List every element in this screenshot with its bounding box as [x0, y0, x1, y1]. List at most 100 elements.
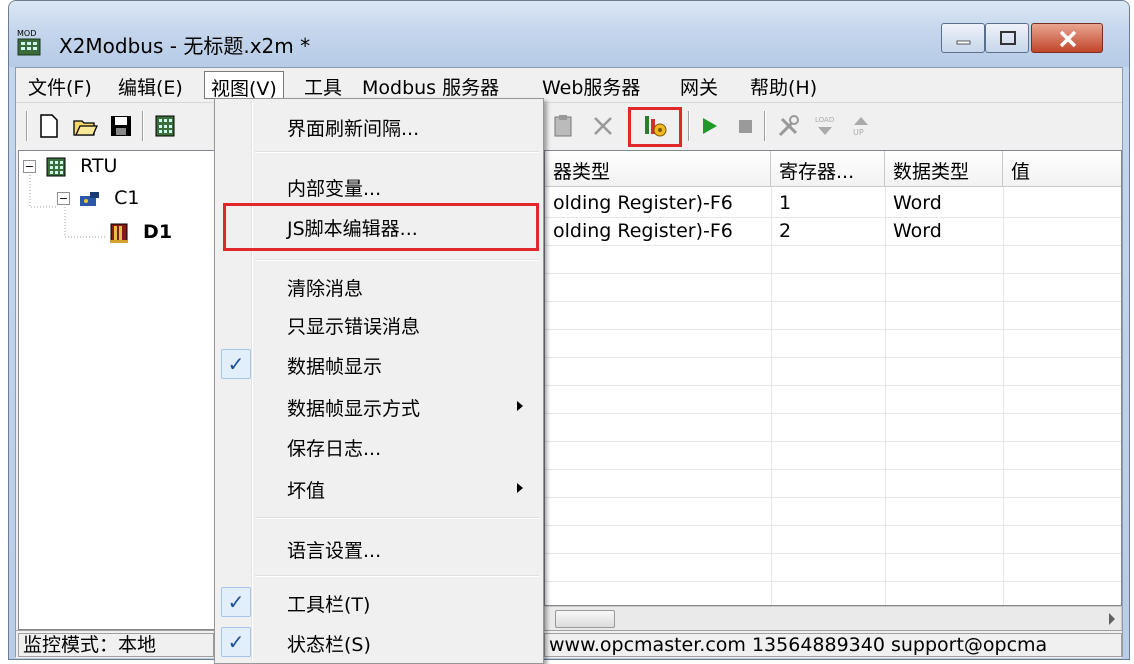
maximize-button[interactable]	[985, 23, 1029, 53]
menu-item-internal-variables[interactable]: 内部变量...	[217, 169, 541, 203]
tools-icon[interactable]	[776, 113, 802, 139]
grid-divider	[545, 497, 1121, 498]
toolbar-separator	[764, 111, 766, 141]
column-header-register[interactable]: 寄存器...	[771, 151, 885, 187]
js-script-editor-highlight	[223, 203, 539, 251]
table-cell-data-type[interactable]: Word	[885, 217, 950, 245]
menu-item-language[interactable]: 语言设置...	[217, 531, 541, 565]
menu-file[interactable]: 文件(F)	[22, 71, 98, 99]
grid-divider	[885, 187, 886, 605]
grid-divider	[771, 187, 772, 605]
submenu-arrow-icon	[517, 401, 523, 411]
table-cell-value[interactable]	[1003, 217, 1019, 245]
menu-item-statusbar[interactable]: ✓ 状态栏(S)	[217, 625, 541, 659]
grid-divider	[545, 385, 1121, 386]
column-header-data-type[interactable]: 数据类型	[885, 151, 1003, 187]
grid-divider	[545, 245, 1121, 246]
js-script-icon[interactable]	[642, 113, 668, 139]
run-icon[interactable]	[696, 113, 722, 139]
device-icon	[110, 223, 128, 243]
tree-node-d1[interactable]: D1	[107, 221, 172, 249]
grid-divider	[545, 413, 1121, 414]
table-cell-type[interactable]: olding Register)-F6	[545, 189, 741, 217]
menu-edit[interactable]: 编辑(E)	[112, 71, 189, 99]
menu-item-label: 工具栏(T)	[287, 594, 371, 616]
tree-node-c1[interactable]: − C1	[57, 187, 139, 215]
menu-item-bad-value[interactable]: 坏值	[217, 471, 541, 505]
toolbar-separator	[142, 111, 144, 141]
menu-item-toolbar[interactable]: ✓ 工具栏(T)	[217, 585, 541, 619]
horizontal-scrollbar[interactable]	[544, 606, 1122, 632]
check-icon: ✓	[221, 627, 251, 657]
tree-node-rtu[interactable]: − RTU	[23, 155, 117, 183]
menu-item-frame-display-mode[interactable]: 数据帧显示方式	[217, 389, 541, 423]
status-contact: www.opcmaster.com 13564889340 support@op…	[544, 633, 1122, 657]
grid-divider	[545, 469, 1121, 470]
new-file-icon[interactable]	[36, 113, 62, 139]
svg-text:LOAD: LOAD	[815, 116, 834, 124]
grid-divider	[545, 553, 1121, 554]
table-cell-register[interactable]: 1	[771, 189, 799, 217]
menu-item-label: 语言设置...	[287, 540, 382, 562]
view-menu-dropdown: 界面刷新间隔... 内部变量... JS脚本编辑器... 清除消息 只显示错误消…	[214, 98, 544, 664]
client-area: 文件(F) 编辑(E) 视图(V) 工具 Modbus 服务器 Web服务器 网…	[15, 67, 1123, 658]
table-cell-type[interactable]: olding Register)-F6	[545, 217, 741, 245]
grid-divider	[545, 301, 1121, 302]
status-mode: 监控模式：本地	[18, 633, 214, 657]
delete-icon[interactable]	[590, 113, 616, 139]
svg-text:UP: UP	[853, 128, 864, 137]
table-cell-data-type[interactable]: Word	[885, 189, 950, 217]
menu-item-clear-messages[interactable]: 清除消息	[217, 269, 541, 303]
menu-tools[interactable]: 工具	[298, 71, 348, 99]
menu-item-show-frames[interactable]: ✓ 数据帧显示	[217, 347, 541, 381]
window-title: X2Modbus - 无标题.x2m *	[59, 34, 311, 58]
column-header-value[interactable]: 值	[1003, 151, 1121, 187]
open-folder-icon[interactable]	[72, 113, 98, 139]
table-cell-register[interactable]: 2	[771, 217, 799, 245]
menu-item-label: 保存日志...	[287, 438, 382, 460]
menu-gateway[interactable]: 网关	[674, 71, 724, 99]
menu-view[interactable]: 视图(V)	[204, 71, 284, 100]
menu-item-label: 坏值	[287, 480, 326, 502]
status-bar: 监控模式：本地 ( www.opcmaster.com 13564889340 …	[16, 630, 1122, 658]
collapse-icon[interactable]: −	[57, 192, 70, 205]
menu-modbus-server[interactable]: Modbus 服务器	[356, 71, 505, 99]
device-icon[interactable]	[152, 113, 178, 139]
load-icon[interactable]: LOAD	[812, 113, 838, 139]
menu-item-save-log[interactable]: 保存日志...	[217, 429, 541, 463]
menu-item-label: 只显示错误消息	[287, 316, 421, 338]
menu-separator	[255, 259, 539, 261]
upload-icon[interactable]: UP	[848, 113, 874, 139]
grid-divider	[545, 329, 1121, 330]
menu-item-errors-only[interactable]: 只显示错误消息	[217, 307, 541, 341]
collapse-icon[interactable]: −	[23, 160, 36, 173]
check-icon: ✓	[221, 587, 251, 617]
channel-icon	[80, 191, 100, 206]
grid-divider	[545, 581, 1121, 582]
scroll-right-icon[interactable]	[1109, 613, 1115, 625]
save-icon[interactable]	[108, 113, 134, 139]
title-bar[interactable]: MOD X2Modbus - 无标题.x2m *	[9, 1, 1129, 67]
menu-web-server[interactable]: Web服务器	[536, 71, 646, 99]
data-grid: 器类型 寄存器... 数据类型 值 olding Register)-F6 1 …	[544, 150, 1122, 606]
tree-node-label: RTU	[80, 155, 118, 177]
menu-bar: 文件(F) 编辑(E) 视图(V) 工具 Modbus 服务器 Web服务器 网…	[16, 68, 1122, 102]
menu-help[interactable]: 帮助(H)	[744, 71, 823, 99]
menu-item-label: 状态栏(S)	[287, 634, 371, 656]
menu-item-refresh-interval[interactable]: 界面刷新间隔...	[217, 109, 541, 143]
menu-item-label: 数据帧显示	[287, 356, 383, 378]
menu-separator	[255, 151, 539, 153]
toolbar-separator	[26, 111, 28, 141]
stop-icon[interactable]	[732, 113, 758, 139]
menu-item-label: 数据帧显示方式	[287, 398, 421, 420]
close-icon	[1059, 30, 1077, 48]
scrollbar-thumb[interactable]	[555, 610, 615, 628]
minimize-button[interactable]	[941, 23, 985, 53]
paste-icon[interactable]	[550, 113, 576, 139]
menu-item-label: 界面刷新间隔...	[287, 118, 420, 140]
column-header-register-type[interactable]: 器类型	[545, 151, 771, 187]
table-cell-value[interactable]	[1003, 189, 1019, 217]
close-button[interactable]	[1031, 23, 1103, 53]
grid-divider	[545, 273, 1121, 274]
toolbar-separator	[688, 111, 690, 141]
